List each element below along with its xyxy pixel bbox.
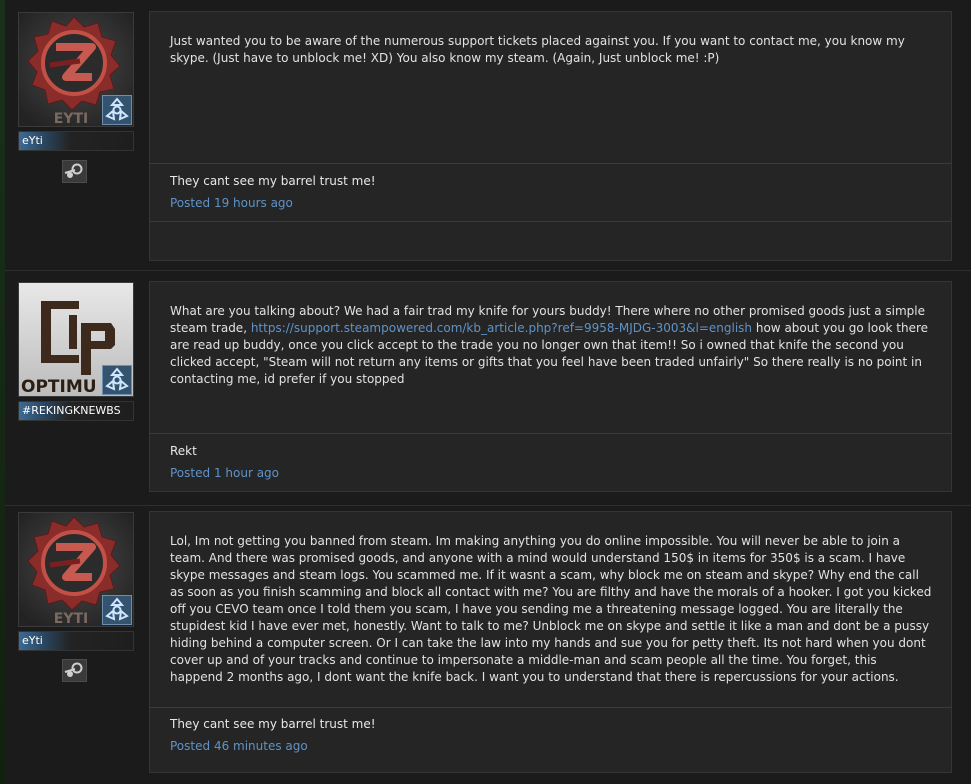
post-divider [5, 505, 971, 506]
steam-icon[interactable] [62, 659, 87, 682]
steam-support-link[interactable]: https://support.steampowered.com/kb_arti… [251, 321, 752, 335]
posted-prefix: Posted [170, 739, 211, 753]
posted-time: 46 minutes ago [213, 739, 308, 753]
avatar-logo-text: EYTI [54, 611, 88, 626]
post-message: Lol, Im not getting you banned from stea… [170, 534, 932, 684]
post-signature: They cant see my barrel trust me! [170, 174, 376, 188]
post-footer-separator [150, 221, 951, 222]
posted-time: 19 hours ago [213, 196, 293, 210]
post-message: Just wanted you to be aware of the numer… [170, 34, 905, 65]
user-avatar[interactable]: EYTI [18, 512, 134, 627]
signature-separator [150, 433, 951, 434]
rank-badge-icon[interactable] [102, 95, 132, 125]
post-timestamp[interactable]: Posted 19 hours ago [170, 196, 293, 210]
post-container: Lol, Im not getting you banned from stea… [149, 511, 952, 773]
post-timestamp[interactable]: Posted 1 hour ago [170, 466, 279, 480]
signature-separator [150, 707, 951, 708]
avatar-logo-text: OPTIMU [21, 377, 97, 396]
steam-icon[interactable] [62, 160, 87, 183]
post-signature: They cant see my barrel trust me! [170, 717, 376, 731]
user-avatar[interactable]: OPTIMU [18, 282, 134, 397]
posted-prefix: Posted [170, 196, 211, 210]
username-label[interactable]: #REKINGKNEWBS [18, 401, 134, 421]
post-timestamp[interactable]: Posted 46 minutes ago [170, 739, 308, 753]
post-container: What are you talking about? We had a fai… [149, 281, 952, 492]
avatar-logo-text: EYTI [54, 111, 88, 126]
user-avatar[interactable]: EYTI [18, 12, 134, 127]
rank-badge-icon[interactable] [102, 365, 132, 395]
posted-time: 1 hour ago [213, 466, 279, 480]
username-label[interactable]: eYti [18, 131, 134, 151]
rank-badge-icon[interactable] [102, 595, 132, 625]
post-divider [5, 270, 971, 271]
post-container: Just wanted you to be aware of the numer… [149, 11, 952, 261]
signature-separator [150, 163, 951, 164]
posted-prefix: Posted [170, 466, 211, 480]
username-label[interactable]: eYti [18, 631, 134, 651]
post-signature: Rekt [170, 444, 197, 458]
left-edge-strip [0, 0, 5, 784]
post-message: What are you talking about? We had a fai… [170, 303, 933, 388]
